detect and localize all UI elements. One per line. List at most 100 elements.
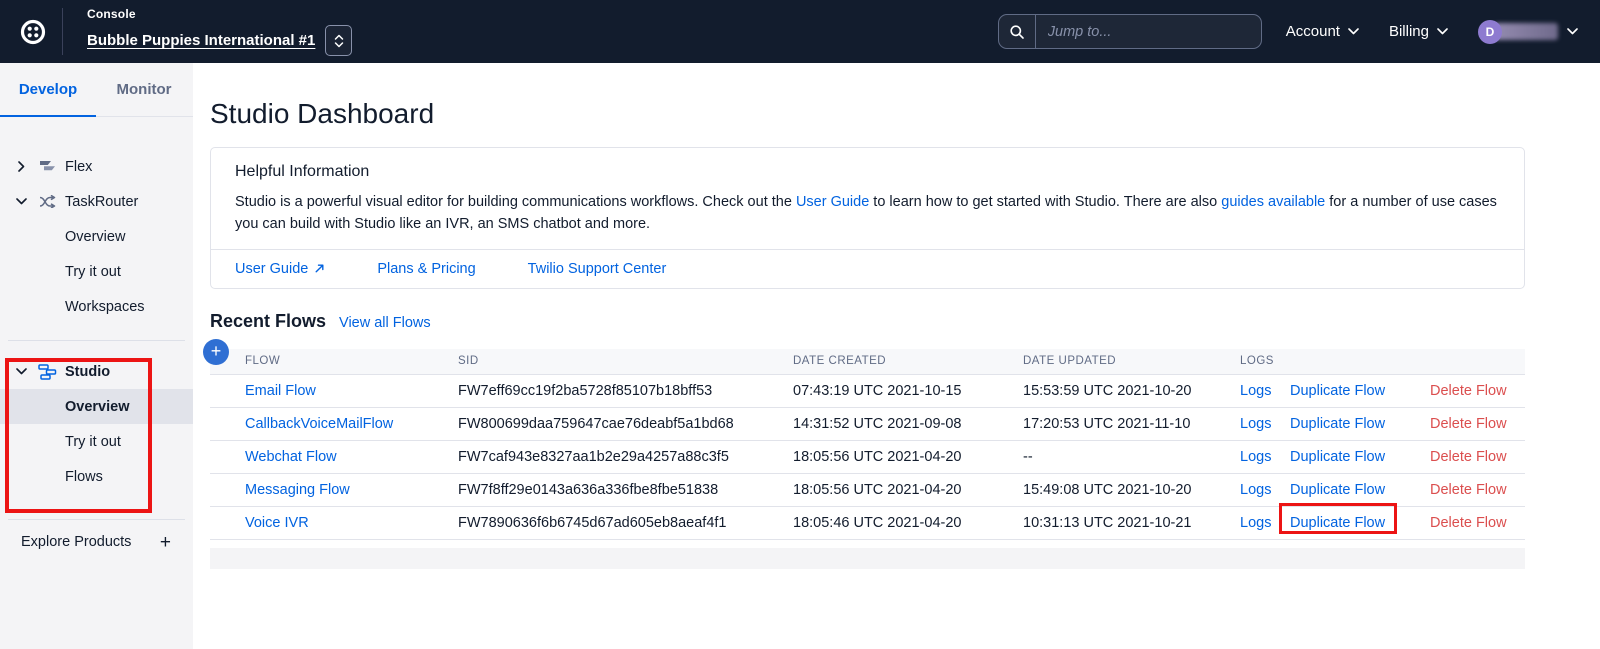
date-updated: 15:53:59 UTC 2021-10-20: [1023, 383, 1240, 399]
sidebar-item-studio-overview[interactable]: Overview: [0, 389, 193, 424]
helpful-card-heading: Helpful Information: [235, 163, 1500, 181]
add-flow-button[interactable]: +: [203, 339, 229, 365]
account-menu[interactable]: Account: [1286, 23, 1359, 40]
top-navbar: Console Bubble Puppies International #1 …: [0, 0, 1600, 63]
body-text: to learn how to get started with Studio.…: [869, 194, 1221, 210]
redacted-username: [1494, 23, 1558, 40]
sidebar-item-taskrouter[interactable]: TaskRouter: [0, 184, 193, 219]
recent-flows-table: FLOW SID DATE CREATED DATE UPDATED LOGS …: [210, 349, 1525, 569]
helpful-information-card: Helpful Information Studio is a powerful…: [210, 147, 1525, 289]
chevron-down-icon: [13, 198, 29, 205]
delete-flow-link[interactable]: Delete Flow: [1430, 416, 1525, 432]
table-footer: [210, 548, 1525, 569]
plus-icon: +: [160, 533, 171, 552]
sidebar-divider: [8, 519, 185, 520]
sidebar-item-label: Flex: [65, 159, 92, 175]
date-updated: 10:31:13 UTC 2021-10-21: [1023, 515, 1240, 531]
body-text: Studio is a powerful visual editor for b…: [235, 194, 796, 210]
sidebar-item-taskrouter-try-it-out[interactable]: Try it out: [0, 254, 193, 289]
table-row: Email Flow FW7eff69cc19f2ba5728f85107b18…: [210, 375, 1525, 408]
console-label: Console: [87, 7, 352, 21]
flow-name-link[interactable]: Email Flow: [210, 383, 458, 399]
explore-products-button[interactable]: Explore Products +: [0, 522, 193, 562]
sidebar-divider: [8, 340, 185, 341]
logs-link[interactable]: Logs: [1240, 515, 1290, 531]
taskrouter-icon: [35, 195, 59, 208]
external-link-icon: [314, 263, 325, 274]
sidebar-item-flex[interactable]: Flex: [0, 149, 193, 184]
twilio-support-center-link[interactable]: Twilio Support Center: [528, 261, 667, 277]
sidebar-item-studio[interactable]: Studio: [0, 354, 193, 389]
billing-menu-label: Billing: [1389, 23, 1429, 40]
logs-link[interactable]: Logs: [1240, 383, 1290, 399]
delete-flow-link[interactable]: Delete Flow: [1430, 515, 1525, 531]
account-name-link[interactable]: Bubble Puppies International #1: [87, 32, 315, 49]
sidebar-item-label: Studio: [65, 364, 110, 380]
logs-link[interactable]: Logs: [1240, 482, 1290, 498]
duplicate-flow-link[interactable]: Duplicate Flow: [1290, 416, 1430, 432]
user-guide-footer-link[interactable]: User Guide: [235, 261, 325, 277]
flow-sid: FW800699daa759647cae76deabf5a1bd68: [458, 416, 793, 432]
duplicate-flow-link[interactable]: Duplicate Flow: [1290, 482, 1430, 498]
delete-flow-link[interactable]: Delete Flow: [1430, 383, 1525, 399]
flow-name-link[interactable]: Messaging Flow: [210, 482, 458, 498]
billing-menu[interactable]: Billing: [1389, 23, 1448, 40]
account-menu-label: Account: [1286, 23, 1340, 40]
delete-flow-link[interactable]: Delete Flow: [1430, 449, 1525, 465]
guides-available-link[interactable]: guides available: [1221, 194, 1325, 210]
avatar: D: [1478, 20, 1502, 44]
account-switcher-button[interactable]: [325, 25, 352, 56]
user-guide-inline-link[interactable]: User Guide: [796, 194, 869, 210]
link-label: Twilio Support Center: [528, 261, 667, 277]
flex-icon: [35, 160, 59, 173]
flow-name-link[interactable]: Voice IVR: [210, 515, 458, 531]
delete-flow-link[interactable]: Delete Flow: [1430, 482, 1525, 498]
date-updated: 17:20:53 UTC 2021-11-10: [1023, 416, 1240, 432]
duplicate-flow-link[interactable]: Duplicate Flow: [1290, 383, 1430, 399]
sidebar-item-studio-flows[interactable]: Flows: [0, 459, 193, 494]
duplicate-flow-link[interactable]: Duplicate Flow: [1290, 515, 1430, 531]
tab-develop[interactable]: Develop: [0, 63, 96, 116]
flow-name-link[interactable]: CallbackVoiceMailFlow: [210, 416, 458, 432]
twilio-logo-icon[interactable]: [16, 15, 50, 49]
flow-sid: FW7eff69cc19f2ba5728f85107b18bff53: [458, 383, 793, 399]
column-header-logs: LOGS: [1240, 355, 1290, 367]
sidebar-item-studio-try-it-out[interactable]: Try it out: [0, 424, 193, 459]
date-created: 18:05:56 UTC 2021-04-20: [793, 482, 1023, 498]
duplicate-flow-link[interactable]: Duplicate Flow: [1290, 449, 1430, 465]
date-updated: --: [1023, 449, 1240, 465]
date-created: 18:05:56 UTC 2021-04-20: [793, 449, 1023, 465]
flow-name-link[interactable]: Webchat Flow: [210, 449, 458, 465]
sidebar: Develop Monitor Flex: [0, 63, 193, 649]
link-label: User Guide: [235, 261, 308, 277]
column-header-flow: FLOW: [210, 355, 458, 367]
link-label: Plans & Pricing: [377, 261, 475, 277]
studio-section: Studio Overview Try it out Flows: [0, 354, 193, 494]
date-created: 07:43:19 UTC 2021-10-15: [793, 383, 1023, 399]
column-header-sid: SID: [458, 355, 793, 367]
sidebar-tabs: Develop Monitor: [0, 63, 193, 117]
user-menu[interactable]: D: [1478, 20, 1578, 44]
column-header-date-created: DATE CREATED: [793, 355, 1023, 367]
plans-pricing-link[interactable]: Plans & Pricing: [377, 261, 475, 277]
column-header-date-updated: DATE UPDATED: [1023, 355, 1240, 367]
logs-link[interactable]: Logs: [1240, 449, 1290, 465]
search-icon[interactable]: [999, 15, 1036, 48]
jump-to-search: [998, 14, 1262, 49]
sidebar-item-taskrouter-overview[interactable]: Overview: [0, 219, 193, 254]
page-title: Studio Dashboard: [210, 98, 1600, 130]
chevron-down-icon: [1348, 28, 1359, 35]
recent-flows-heading: Recent Flows: [210, 311, 326, 332]
tab-monitor[interactable]: Monitor: [96, 63, 192, 116]
chevron-right-icon: [13, 161, 29, 172]
sidebar-item-taskrouter-workspaces[interactable]: Workspaces: [0, 289, 193, 324]
table-row: Messaging Flow FW7f8ff29e0143a636a336fbe…: [210, 474, 1525, 507]
date-created: 14:31:52 UTC 2021-09-08: [793, 416, 1023, 432]
flow-sid: FW7890636f6b6745d67ad605eb8aeaf4f1: [458, 515, 793, 531]
search-input[interactable]: [1036, 15, 1261, 48]
navbar-divider: [62, 8, 63, 55]
up-down-chevron-icon: [334, 34, 344, 48]
logs-link[interactable]: Logs: [1240, 416, 1290, 432]
chevron-down-icon: [1567, 28, 1578, 35]
view-all-flows-link[interactable]: View all Flows: [339, 315, 431, 331]
